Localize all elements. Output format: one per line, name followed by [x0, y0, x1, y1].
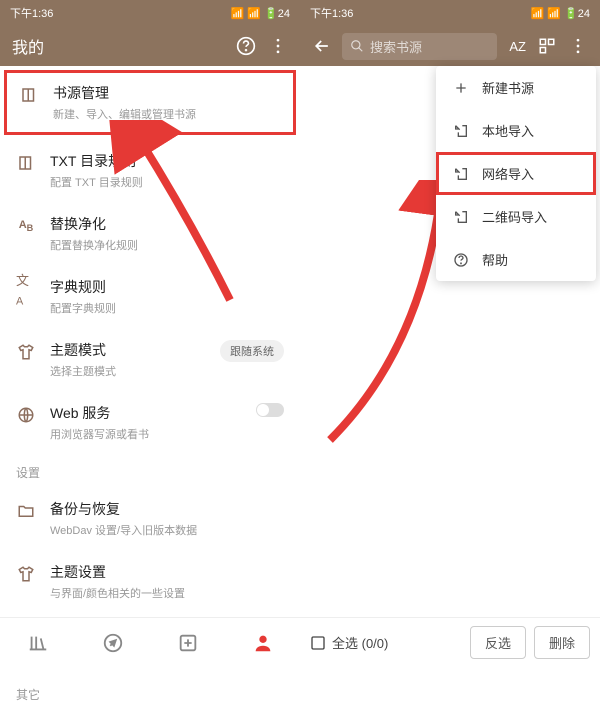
status-icons: 📶📶🔋24	[531, 7, 590, 20]
more-icon[interactable]	[568, 36, 588, 56]
dropdown-label: 新建书源	[482, 78, 534, 97]
status-time: 下午1:36	[310, 5, 353, 21]
list-item[interactable]: 主题设置 与界面/颜色相关的一些设置	[0, 550, 300, 613]
help-icon	[452, 252, 470, 268]
dropdown-item[interactable]: 网络导入	[436, 152, 596, 195]
battery-icon: 🔋24	[564, 7, 590, 20]
battery-icon: 🔋24	[264, 7, 290, 20]
toggle-switch[interactable]	[256, 403, 284, 417]
list-item[interactable]: TXT 目录规则 配置 TXT 目录规则	[0, 139, 300, 202]
list-item[interactable]: 主题模式 选择主题模式 跟随系统	[0, 328, 300, 391]
dropdown-menu: 新建书源本地导入网络导入二维码导入帮助	[436, 66, 596, 281]
item-subtitle: 用浏览器写源或看书	[50, 426, 242, 442]
back-icon[interactable]	[312, 36, 332, 56]
item-subtitle: 选择主题模式	[50, 363, 206, 379]
status-time: 下午1:36	[10, 5, 53, 21]
globe-icon	[16, 405, 36, 425]
page-title: 我的	[12, 34, 224, 58]
item-title: TXT 目录规则	[50, 151, 270, 171]
section-other: 其它	[0, 676, 300, 709]
list-item[interactable]: 文A 字典规则 配置字典规则	[0, 265, 300, 328]
item-subtitle: 配置字典规则	[50, 300, 270, 316]
item-title: 主题模式	[50, 340, 206, 360]
select-all-checkbox[interactable]: 全选 (0/0)	[310, 633, 462, 652]
status-icons: 📶📶🔋24	[231, 7, 290, 20]
filter-icon[interactable]	[538, 37, 556, 55]
shirt-icon	[16, 564, 36, 584]
help-icon[interactable]	[236, 36, 256, 56]
nav-add-icon[interactable]	[177, 632, 199, 654]
header-left: 我的	[0, 26, 300, 66]
list-item[interactable]: AB 替换净化 配置替换净化规则	[0, 202, 300, 265]
status-bar: 下午1:36 📶📶🔋24	[0, 0, 300, 26]
item-title: 备份与恢复	[50, 499, 270, 519]
book-icon	[19, 85, 39, 105]
nav-explore-icon[interactable]	[102, 632, 124, 654]
book-icon	[16, 153, 36, 173]
item-subtitle: 新建、导入、编辑或管理书源	[53, 106, 267, 122]
dropdown-item[interactable]: 新建书源	[436, 66, 596, 109]
dropdown-label: 二维码导入	[482, 207, 547, 226]
nav-bookshelf-icon[interactable]	[27, 632, 49, 654]
item-title: 书源管理	[53, 83, 267, 103]
item-subtitle: 配置替换净化规则	[50, 237, 270, 253]
list-item[interactable]: 备份与恢复 WebDav 设置/导入旧版本数据	[0, 487, 300, 550]
dropdown-item[interactable]: 帮助	[436, 238, 596, 281]
shirt-icon	[16, 342, 36, 362]
item-subtitle: 与界面/颜色相关的一些设置	[50, 585, 270, 601]
dropdown-label: 帮助	[482, 250, 508, 269]
item-title: 主题设置	[50, 562, 270, 582]
ab-icon: AB	[16, 216, 36, 236]
bottom-nav	[0, 617, 300, 667]
dropdown-item[interactable]: 本地导入	[436, 109, 596, 152]
bottom-toolbar: 全选 (0/0) 反选 删除	[300, 617, 600, 667]
invert-button[interactable]: 反选	[470, 626, 526, 659]
item-subtitle: WebDav 设置/导入旧版本数据	[50, 522, 270, 538]
header-right: 搜索书源 AZ	[300, 26, 600, 66]
status-bar: 下午1:36 📶📶🔋24	[300, 0, 600, 26]
list-item[interactable]: 书源管理 新建、导入、编辑或管理书源	[4, 70, 296, 135]
sort-icon[interactable]: AZ	[509, 39, 526, 54]
import-icon	[452, 209, 470, 225]
value-tag: 跟随系统	[220, 340, 284, 362]
item-subtitle: 配置 TXT 目录规则	[50, 174, 270, 190]
more-icon[interactable]	[268, 36, 288, 56]
plus-icon	[452, 80, 470, 96]
import-icon	[452, 123, 470, 139]
delete-button[interactable]: 删除	[534, 626, 590, 659]
nav-me-icon[interactable]	[252, 632, 274, 654]
dropdown-label: 网络导入	[482, 164, 534, 183]
list-item[interactable]: Web 服务 用浏览器写源或看书	[0, 391, 300, 454]
search-icon	[350, 39, 364, 53]
main-list: 书源管理 新建、导入、编辑或管理书源 TXT 目录规则 配置 TXT 目录规则 …	[0, 66, 300, 454]
folder-icon	[16, 501, 36, 521]
search-input[interactable]: 搜索书源	[342, 33, 497, 60]
lang-icon: 文A	[16, 279, 36, 299]
import-icon	[452, 166, 470, 182]
dropdown-label: 本地导入	[482, 121, 534, 140]
item-title: Web 服务	[50, 403, 242, 423]
dropdown-item[interactable]: 二维码导入	[436, 195, 596, 238]
item-title: 替换净化	[50, 214, 270, 234]
panel-settings: 下午1:36 📶📶🔋24 我的 书源管理 新建、导入、编辑或管理书源 TXT 目…	[0, 0, 300, 667]
panel-sources: 下午1:36 📶📶🔋24 搜索书源 AZ 新建书源本地导入网络导入二维码导入帮助…	[300, 0, 600, 667]
item-title: 字典规则	[50, 277, 270, 297]
section-settings: 设置	[0, 454, 300, 487]
